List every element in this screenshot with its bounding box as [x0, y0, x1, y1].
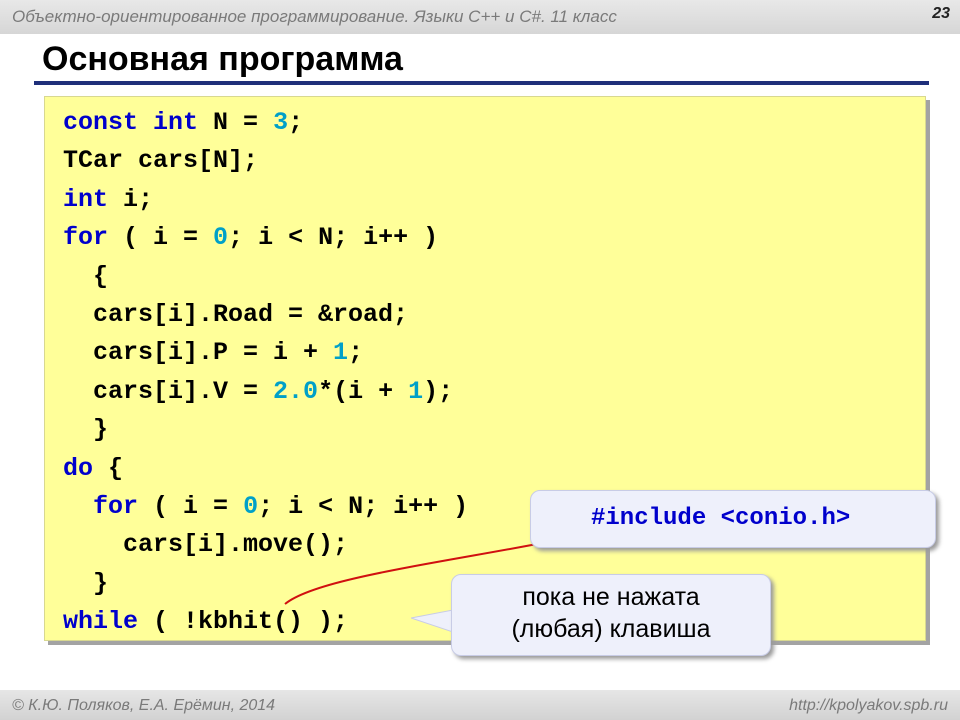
code-text: TCar cars[N];	[63, 146, 259, 176]
code-number: 2.0	[273, 376, 319, 406]
code-text: cars[i].move();	[63, 530, 349, 560]
code-line: cars[i].P = i + 1;	[63, 334, 363, 372]
code-text: i;	[108, 184, 154, 214]
hint-line-1: пока не нажата	[522, 583, 700, 611]
page-number: 23	[932, 5, 950, 22]
code-block: const int N = 3; TCar cars[N]; int i; for (…	[44, 96, 926, 641]
code-text: cars[i].P = i +	[63, 338, 334, 368]
code-text: ( i =	[108, 223, 214, 253]
code-line: cars[i].V = 2.0*(i + 1);	[63, 373, 453, 411]
code-number: 0	[213, 223, 229, 253]
footer-authors: © К.Ю. Поляков, Е.А. Ерёмин, 2014	[12, 697, 276, 714]
include-directive: #include <conio.h>	[591, 505, 851, 532]
code-number: 1	[333, 338, 349, 368]
code-keyword: for	[93, 492, 139, 521]
code-line: for ( i = 0; i < N; i++ )	[63, 219, 438, 257]
code-text: );	[423, 376, 454, 406]
code-text: ; i < N; i++ )	[228, 223, 439, 253]
hint-callout: пока не нажата (любая) клавиша	[451, 574, 771, 656]
code-line: while ( !kbhit() );	[63, 603, 348, 641]
code-text: cars[i].Road = &road;	[63, 300, 409, 329]
code-keyword: do	[63, 453, 94, 483]
header-bar: Объектно-ориентированное программировани…	[0, 0, 960, 34]
code-keyword: int	[63, 184, 109, 214]
code-line: }	[63, 565, 108, 603]
code-text: cars[i].V =	[63, 376, 274, 406]
course-title: Объектно-ориентированное программировани…	[12, 7, 617, 26]
code-line: int i;	[63, 181, 153, 219]
code-text: N =	[198, 108, 274, 137]
code-number: 3	[273, 108, 289, 137]
hint-callout-tail	[411, 609, 453, 633]
code-line: cars[i].move();	[63, 526, 348, 564]
code-text: {	[93, 453, 124, 483]
code-line: {	[63, 258, 108, 296]
code-line: TCar cars[N];	[63, 142, 258, 180]
footer-url: http://kpolyakov.spb.ru	[789, 697, 948, 714]
code-line: for ( i = 0; i < N; i++ )	[63, 488, 468, 526]
title-divider	[34, 81, 929, 85]
code-text: }	[63, 568, 109, 598]
code-keyword: int	[153, 108, 199, 137]
code-text: ;	[348, 338, 364, 368]
code-line: const int N = 3;	[63, 104, 303, 142]
code-number: 1	[408, 376, 424, 406]
slide-title: Основная программа	[42, 40, 403, 78]
code-keyword: for	[63, 223, 109, 253]
code-number: 0	[243, 492, 259, 521]
code-text: }	[63, 415, 109, 445]
code-text: {	[63, 261, 109, 291]
code-keyword: while	[63, 607, 139, 637]
footer-bar: © К.Ю. Поляков, Е.А. Ерёмин, 2014 http:/…	[0, 690, 960, 720]
code-keyword: const	[63, 108, 139, 137]
code-text: ( !kbhit() );	[138, 607, 349, 637]
hint-line-2: (любая) клавиша	[511, 615, 711, 643]
code-text: ;	[288, 108, 304, 137]
code-text: ; i < N; i++ )	[258, 492, 469, 521]
code-line: do {	[63, 450, 123, 488]
include-callout: #include <conio.h>	[530, 490, 936, 548]
code-text: *(i +	[318, 376, 409, 406]
code-line: }	[63, 411, 108, 449]
code-line: cars[i].Road = &road;	[63, 296, 408, 334]
code-text: ( i =	[138, 492, 244, 521]
